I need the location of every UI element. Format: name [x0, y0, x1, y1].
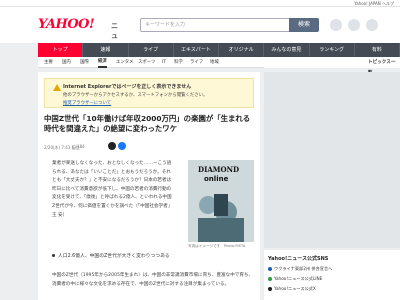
category-domestic[interactable]: 国内: [62, 57, 71, 68]
notification-icon[interactable]: [330, 19, 342, 31]
photo-logo-1: DIAMOND: [198, 165, 239, 174]
site-header: YAHOO! ニュース キーワードを入力 検索: [0, 7, 400, 60]
search-input[interactable]: キーワードを入力: [140, 18, 290, 32]
nav-item-opinions[interactable]: みんなの意見: [264, 43, 310, 57]
category-it[interactable]: IT: [162, 57, 166, 68]
browser-notice: Internet Explorerではページを正しく表示できません 他のブラウザ…: [44, 78, 254, 108]
sns-row-2-label: Yahoo!ニュース公式LINE: [274, 276, 323, 281]
line-icon: [268, 277, 272, 281]
category-science[interactable]: 科学: [174, 57, 183, 68]
nav-item-original[interactable]: オリジナル: [219, 43, 265, 57]
nav-item-breaking[interactable]: 速報: [83, 43, 129, 57]
photo-logo-2: online: [204, 175, 229, 183]
sns-row-3-label: Yahoo!ニュース公式X: [274, 286, 316, 291]
nav-item-expert[interactable]: エキスパート: [174, 43, 219, 57]
category-sports[interactable]: スポーツ: [138, 57, 155, 68]
comment-number: 184: [77, 144, 85, 149]
sns-row-1-label: ウクライナ東部2州 併合宣言へ: [274, 266, 333, 271]
bullet-dot: [52, 254, 55, 257]
sns-heading: Yahoo!ニュース公式SNS: [268, 256, 329, 262]
article-photo[interactable]: DIAMOND online: [188, 160, 254, 242]
nav-item-ranking[interactable]: ランキング: [310, 43, 355, 57]
sns-row-1[interactable]: ウクライナ東部2州 併合宣言へ: [268, 266, 332, 272]
x-share-icon[interactable]: [108, 142, 116, 150]
category-life[interactable]: ライフ: [190, 57, 203, 68]
x-icon: [268, 287, 272, 291]
article-title: 中国Z世代「10年働けば年収2000万円」の楽園が「生まれる時代を間違えた」の絶…: [44, 114, 251, 133]
photo-image: DIAMOND online: [188, 160, 254, 242]
logo-text: YAHOO!: [38, 17, 95, 32]
sns-row-3[interactable]: Yahoo!ニュース公式X: [268, 286, 316, 292]
notice-title: Internet Explorerではページを正しく表示できません: [63, 84, 192, 90]
site-logo[interactable]: YAHOO! ニュース: [38, 17, 118, 60]
ad-placeholder: [264, 72, 400, 248]
official-sns-box: Yahoo!ニュース公式SNS ウクライナ東部2州 併合宣言へ Yahoo!ニュ…: [264, 250, 400, 300]
top-links[interactable]: Yahoo! JAPAN ヘルプ: [354, 0, 394, 7]
category-entertainment[interactable]: エンタメ: [116, 57, 133, 68]
nav-item-top[interactable]: トップ: [38, 43, 84, 57]
category-region[interactable]: 地域: [210, 57, 219, 68]
nav-item-paid[interactable]: 有料: [355, 43, 400, 57]
topics-list-link[interactable]: トピックス一覧: [264, 57, 400, 76]
recommended-browser-link[interactable]: 推奨ブラウザーについて: [63, 100, 111, 106]
category-international[interactable]: 国際: [80, 57, 89, 68]
menu-icon[interactable]: [366, 19, 378, 31]
article-main: Internet Explorerではページを正しく表示できません 他のブラウザ…: [38, 72, 260, 300]
article-body: 業者が楽送しなくなった、おとなしくなった……ーこう語られる、あなたは「いいことだ…: [52, 161, 172, 218]
main-nav: トップ 速報 ライブ エキスパート オリジナル みんなの意見 ランキング 有料: [38, 43, 400, 57]
photo-caption: 写真はイメージです Photo:PIXTA: [188, 244, 246, 248]
notice-text: 他のブラウザーからアクセスするか、スマートフォンから閲覧ください。: [63, 93, 208, 98]
search-button[interactable]: 検索: [289, 18, 319, 32]
top-utility-bar: Yahoo! JAPAN ヘルプ: [0, 0, 400, 7]
user-icon[interactable]: [348, 19, 360, 31]
news-icon: [268, 267, 272, 271]
comment-count[interactable]: □ 184: [72, 144, 85, 149]
sidebar: Yahoo!ニュース公式SNS ウクライナ東部2州 併合宣言へ Yahoo!ニュ…: [264, 72, 400, 300]
nav-item-live[interactable]: ライブ: [129, 43, 174, 57]
article-summary-point: 人口2.6億人、中国のZ世代が大きく変わりつつある: [52, 252, 170, 259]
category-main[interactable]: 主要: [44, 57, 53, 68]
article-meta: 2/20(木) 7:43 配信 □ 184: [44, 144, 85, 151]
summary-text: 人口2.6億人、中国のZ世代が大きく変わりつつある: [58, 254, 170, 259]
sns-row-2[interactable]: Yahoo!ニュース公式LINE: [268, 276, 322, 282]
warning-icon: [53, 84, 61, 91]
facebook-share-icon[interactable]: [118, 142, 126, 150]
category-economy[interactable]: 経済: [98, 57, 107, 68]
article-body-2: 中国のZ世代（1995年から2005年生まれ）は、中国の非常識消費市場に育ち、豊…: [52, 273, 254, 287]
